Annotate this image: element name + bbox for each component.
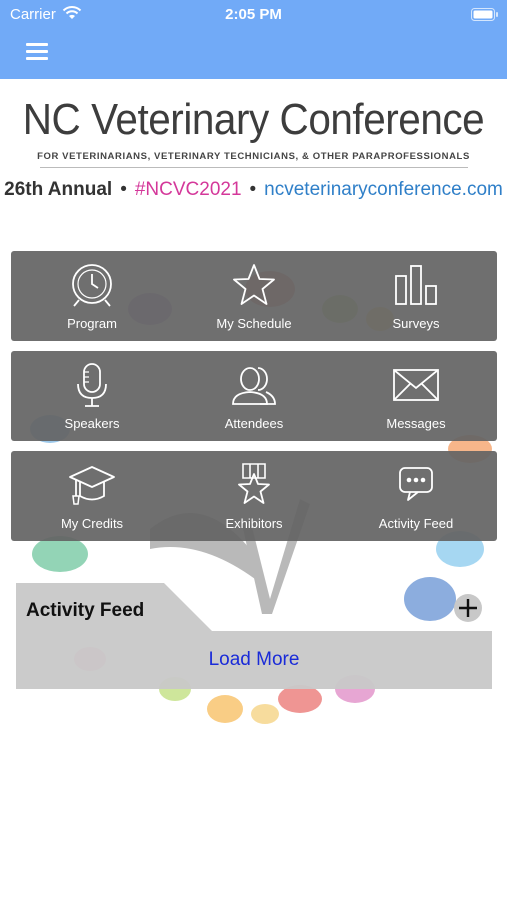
messages-tile[interactable]: Messages [335,351,497,441]
tile-row-1: Program My Schedule Surveys [11,251,497,341]
banner-url[interactable]: ncveterinaryconference.com [264,179,503,200]
star-icon [233,264,275,305]
speakers-tile[interactable]: Speakers [11,351,173,441]
banner-annual: 26th Annual [4,179,113,200]
bar-chart-icon [395,265,437,305]
speakers-label: Speakers [64,416,120,431]
my-credits-label: My Credits [60,516,124,531]
tile-row-3: My Credits Exhibitors Activity Feed [11,451,497,541]
activity-feed-label: Activity Feed [378,516,454,531]
attendees-label: Attendees [224,416,284,431]
activity-feed-tile[interactable]: Activity Feed [335,451,497,541]
exhibitors-tile[interactable]: Exhibitors [173,451,335,541]
clock-icon [72,264,112,307]
tile-row-2: Speakers Attendees Messages [11,351,497,441]
banner-divider [40,167,468,168]
plus-icon[interactable] [454,594,482,622]
hamburger-menu-icon[interactable] [26,41,48,61]
program-tile[interactable]: Program [11,251,173,341]
envelope-icon [393,369,439,401]
banner-separator: • [120,179,127,200]
my-credits-tile[interactable]: My Credits [11,451,173,541]
activity-feed-panel: Activity Feed Load More [16,583,492,689]
battery-icon [471,8,498,21]
activity-feed-title: Activity Feed [26,600,145,621]
my-schedule-label: My Schedule [216,316,292,331]
surveys-label: Surveys [392,316,440,331]
conference-banner: NC Veterinary Conference FOR VETERINARIA… [0,79,507,219]
status-time: 2:05 PM [225,6,282,23]
chat-bubble-icon [399,467,433,501]
load-more-button[interactable]: Load More [16,631,492,689]
award-star-icon [238,463,270,504]
banner-tagline: 26th Annual • #NCVC2021 • ncveterinaryconfer… [0,179,507,201]
surveys-tile[interactable]: Surveys [335,251,497,341]
people-icon [232,367,276,405]
microphone-icon [77,363,107,407]
banner-subtitle: FOR VETERINARIANS, VETERINARY TECHNICIAN… [37,151,470,162]
banner-title: NC Veterinary Conference [22,95,485,144]
banner-hashtag: #NCVC2021 [134,179,242,200]
banner-separator: • [249,179,257,200]
program-label: Program [67,316,117,331]
messages-label: Messages [386,416,446,431]
attendees-tile[interactable]: Attendees [173,351,335,441]
exhibitors-label: Exhibitors [225,516,283,531]
my-schedule-tile[interactable]: My Schedule [173,251,335,341]
top-navigation-bar: Carrier 2:05 PM [0,0,507,79]
graduation-cap-icon [69,466,115,505]
